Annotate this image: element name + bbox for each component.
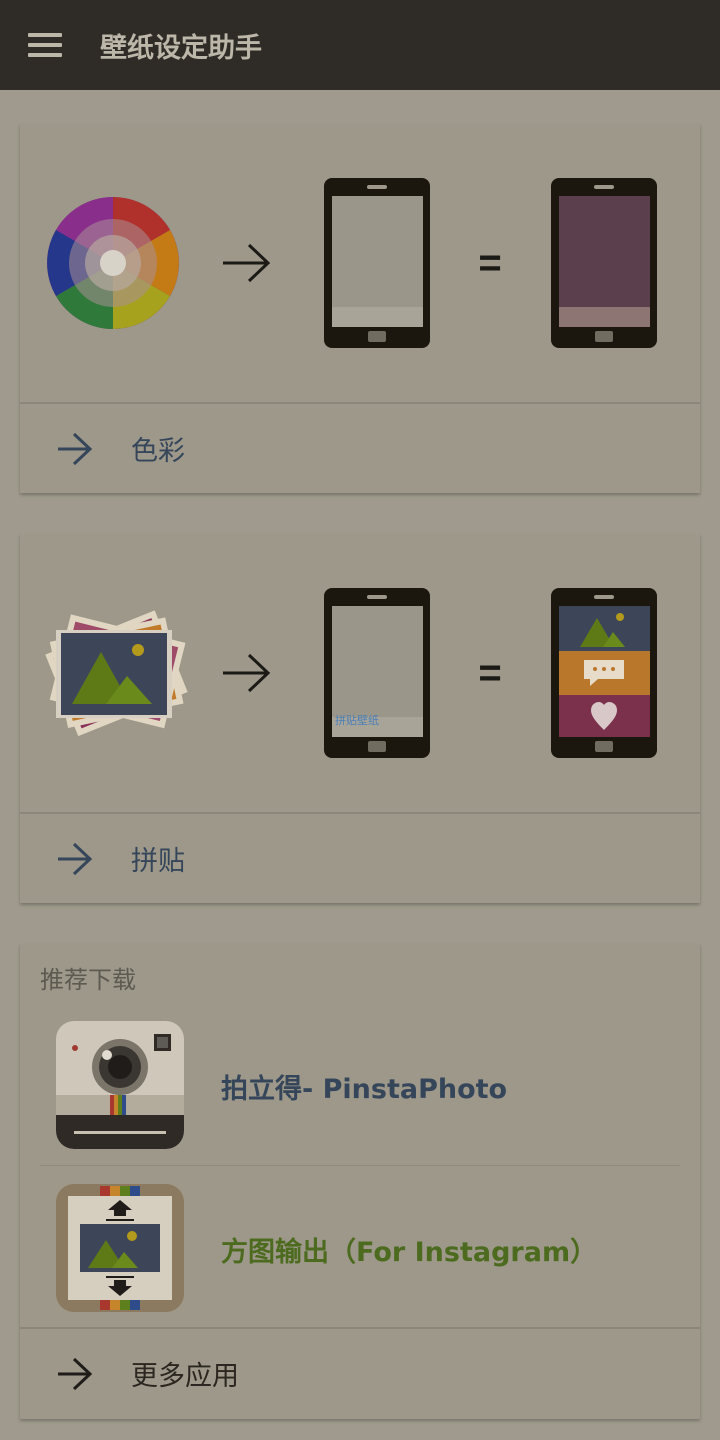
hamburger-menu-icon[interactable]	[22, 26, 68, 64]
phone-caption: 拼贴壁纸	[335, 713, 379, 727]
rec-separator	[40, 1165, 680, 1166]
recommend-card: 推荐下载 拍立得- PinstaPhoto 方图输出（For Instagram…	[20, 944, 700, 1419]
color-action-row[interactable]: 色彩	[20, 404, 700, 494]
more-apps-label: 更多应用	[131, 1361, 239, 1392]
right-arrow-icon	[223, 653, 271, 693]
phone-icon: 拼贴壁纸	[324, 588, 430, 758]
color-illustration: =	[47, 178, 657, 348]
rec-app-name: 拍立得- PinstaPhoto	[221, 1074, 508, 1105]
arrow-right-icon	[58, 842, 93, 876]
equals-sign: =	[478, 241, 501, 285]
more-apps-row[interactable]: 更多应用	[20, 1329, 700, 1419]
right-arrow-icon	[223, 243, 271, 283]
app-title: 壁纸设定助手	[100, 33, 262, 64]
arrow-right-icon	[58, 1357, 93, 1391]
phone-collage-icon	[551, 588, 657, 758]
collage-illustration: 拼贴壁纸 =	[45, 588, 657, 758]
rec-item-square-photo[interactable]: 方图输出（For Instagram）	[20, 1178, 700, 1318]
color-wheel-icon	[47, 197, 179, 329]
color-card: = 色彩	[20, 124, 700, 493]
photo-stack-icon	[45, 610, 188, 737]
collage-action-label: 拼贴	[131, 846, 185, 877]
recommend-title: 推荐下载	[40, 966, 136, 994]
color-action-label: 色彩	[131, 436, 185, 467]
phone-colored-icon	[551, 178, 657, 348]
square-photo-app-icon	[56, 1184, 184, 1312]
collage-card: 拼贴壁纸 = 拼贴	[20, 534, 700, 903]
instant-camera-app-icon	[56, 1021, 184, 1149]
rec-item-pinstaphoto[interactable]: 拍立得- PinstaPhoto	[20, 1015, 700, 1155]
collage-action-row[interactable]: 拼贴	[20, 814, 700, 904]
app-bar: 壁纸设定助手	[0, 0, 720, 90]
arrow-right-icon	[58, 432, 93, 466]
phone-icon	[324, 178, 430, 348]
equals-sign: =	[478, 651, 501, 695]
rec-app-name: 方图输出（For Instagram）	[221, 1237, 598, 1268]
